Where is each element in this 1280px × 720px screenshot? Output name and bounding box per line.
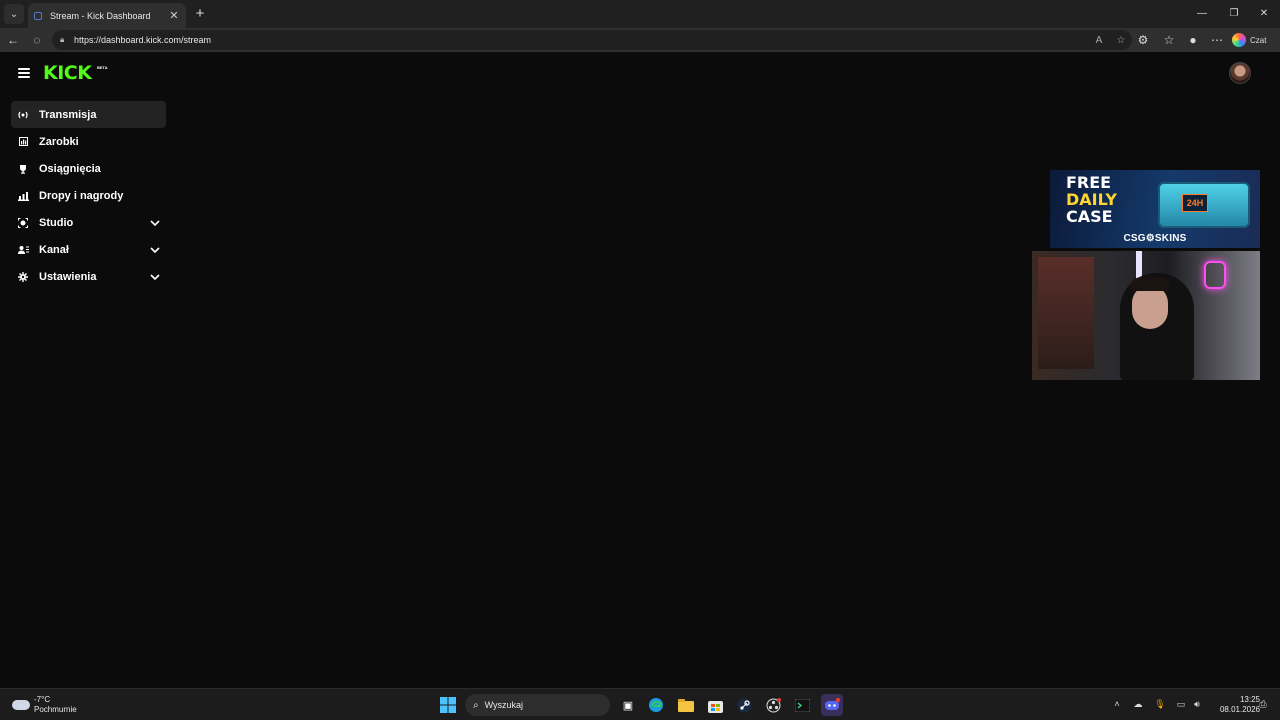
copilot-chat-button[interactable]: Czat [1232, 31, 1276, 49]
beta-badge: BETA [97, 65, 108, 70]
close-tab-icon[interactable]: ✕ [168, 9, 180, 22]
channel-icon [17, 244, 29, 256]
profile-icon[interactable]: ● [1184, 31, 1202, 49]
taskbar-search[interactable]: ⌕ Wyszukaj [465, 694, 610, 716]
copilot-label: Czat [1250, 35, 1267, 45]
clock-date: 08.01.2026 [1219, 705, 1260, 714]
file-explorer-icon[interactable] [675, 694, 697, 716]
address-bar[interactable]: 🔒︎ https://dashboard.kick.com/stream A ☆ [52, 30, 1132, 50]
sidebar-nav: Transmisja Zarobki Osiągnięcia Dropy i n… [11, 101, 166, 290]
sponsor-banner[interactable]: FREE DAILY CASE 24H CSG⚙SKINS [1050, 170, 1260, 248]
background-shelf [1038, 257, 1094, 369]
studio-icon [17, 217, 29, 229]
favorite-star-icon[interactable]: ☆ [1110, 35, 1132, 46]
steam-icon[interactable] [733, 694, 755, 716]
network-icon[interactable]: ▭ [1174, 697, 1188, 711]
drops-icon [17, 190, 29, 202]
search-placeholder: Wyszukaj [484, 700, 524, 710]
sidebar-item-transmisja[interactable]: Transmisja [11, 101, 166, 128]
edge-browser-icon[interactable] [645, 694, 667, 716]
kick-logo[interactable]: KICK [43, 62, 92, 84]
sidebar-item-label: Zarobki [39, 135, 79, 148]
windows-taskbar: -7°C Pochmurnie ⌕ Wyszukaj ▣ ˄ ☁ 🎙︎ ▭ 🔊︎… [0, 688, 1280, 720]
restore-button[interactable]: ❐ [1222, 5, 1246, 23]
streamer-face [1132, 285, 1168, 329]
start-button[interactable] [437, 694, 459, 716]
chevron-down-icon[interactable] [148, 273, 162, 280]
cloud-icon [12, 700, 30, 710]
tab-title: Stream - Kick Dashboard [50, 10, 151, 21]
chevron-down-icon[interactable] [148, 219, 162, 226]
cloud-sync-icon[interactable]: ☁ [1131, 697, 1145, 711]
back-button[interactable]: ← [4, 31, 22, 49]
obs-icon[interactable] [762, 694, 784, 716]
notifications-icon[interactable]: ⎙ [1256, 697, 1270, 711]
terminal-app-icon[interactable] [791, 694, 813, 716]
volume-icon[interactable]: 🔊︎ [1190, 697, 1204, 711]
webcam-overlay [1032, 251, 1260, 380]
neon-sign [1204, 261, 1226, 289]
user-avatar[interactable] [1229, 62, 1251, 84]
task-view-icon[interactable]: ▣ [617, 694, 639, 716]
streamer-hair [1130, 277, 1170, 291]
ad-headline: FREE DAILY CASE [1066, 174, 1117, 225]
sidebar-item-kanal[interactable]: Kanał [11, 236, 166, 263]
sidebar-item-zarobki[interactable]: Zarobki [11, 128, 166, 155]
browser-toolbar: ← ◌ 🔒︎ https://dashboard.kick.com/stream… [0, 28, 1280, 52]
gear-icon [17, 271, 29, 283]
chevron-down-icon: ⌄ [9, 8, 19, 20]
lock-icon: 🔒︎ [60, 35, 65, 44]
weather-temp: -7°C [34, 695, 51, 704]
sidebar-item-label: Transmisja [39, 108, 97, 121]
stop-loading-button[interactable]: ◌ [28, 31, 46, 49]
microphone-icon[interactable]: 🎙︎ [1153, 697, 1167, 711]
ad-line-1: FREE [1066, 173, 1112, 192]
broadcast-icon [17, 109, 29, 121]
sidebar-item-label: Studio [39, 216, 74, 229]
weather-widget[interactable]: -7°C Pochmurnie [12, 693, 77, 717]
sidebar-item-studio[interactable]: Studio [11, 209, 166, 236]
tab-actions-menu-button[interactable]: ⌄ [4, 4, 24, 24]
clock-time: 13:25 [1239, 695, 1260, 704]
sidebar-item-label: Dropy i nagrody [39, 189, 124, 202]
dashboard-page: KICK BETA Transmisja Zarobki Osiągnięcia [2, 52, 1278, 686]
sidebar-item-label: Kanał [39, 243, 69, 256]
more-options-icon[interactable]: ⋯ [1208, 31, 1226, 49]
ad-line-2: DAILY [1066, 190, 1117, 209]
sidebar-item-label: Osiągnięcia [39, 162, 101, 175]
trophy-icon [17, 163, 29, 175]
ad-brand: CSG⚙SKINS [1123, 233, 1187, 244]
store-icon[interactable] [704, 694, 726, 716]
show-hidden-icons-icon[interactable]: ˄ [1110, 697, 1124, 711]
menu-hamburger-icon[interactable] [18, 68, 30, 78]
browser-tab-bar: ⌄ Stream - Kick Dashboard ✕ + — ❐ ✕ [0, 0, 1280, 28]
ad-line-3: CASE [1066, 207, 1113, 226]
sidebar-item-osiagniecia[interactable]: Osiągnięcia [11, 155, 166, 182]
sidebar-item-ustawienia[interactable]: Ustawienia [11, 263, 166, 290]
url-text: https://dashboard.kick.com/stream [74, 35, 212, 45]
system-clock[interactable]: 13:25 08.01.2026 [1206, 695, 1260, 715]
search-icon: ⌕ [473, 699, 479, 711]
copilot-icon [1232, 33, 1246, 47]
weather-desc: Pochmurnie [34, 705, 77, 714]
ad-badge: 24H [1182, 194, 1208, 212]
close-window-button[interactable]: ✕ [1252, 5, 1276, 23]
discord-icon[interactable] [821, 694, 843, 716]
minimize-button[interactable]: — [1190, 5, 1214, 23]
chevron-down-icon[interactable] [148, 246, 162, 253]
case-crate-image: 24H [1158, 182, 1250, 228]
loading-favicon-icon [34, 11, 42, 20]
sidebar-item-label: Ustawienia [39, 270, 97, 283]
favorites-icon[interactable]: ☆ [1160, 31, 1178, 49]
sidebar-item-dropy[interactable]: Dropy i nagrody [11, 182, 166, 209]
browser-tab[interactable]: Stream - Kick Dashboard ✕ [28, 3, 186, 28]
new-tab-button[interactable]: + [191, 5, 209, 23]
read-aloud-icon[interactable]: A [1088, 35, 1110, 46]
extensions-icon[interactable]: ⚙ [1134, 31, 1152, 49]
earnings-icon [17, 136, 29, 148]
